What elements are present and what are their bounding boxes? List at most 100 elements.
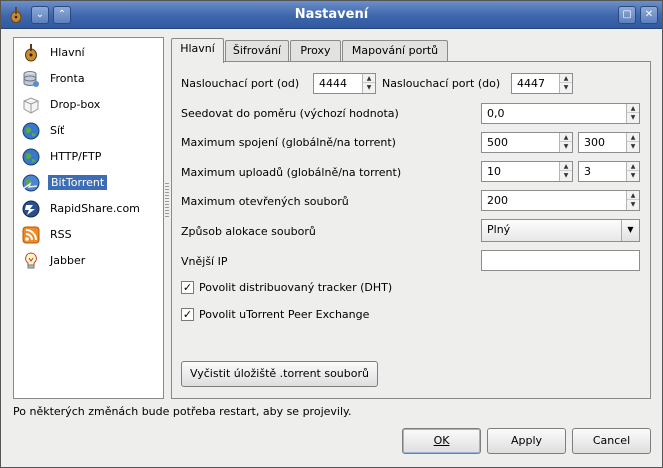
sidebar-item-label: RSS: [50, 228, 72, 241]
dht-checkbox[interactable]: ✓: [181, 281, 194, 294]
tab-hlavni[interactable]: Hlavní: [171, 38, 224, 63]
spin-down-icon[interactable]: ▼: [363, 83, 375, 92]
rss-icon: [22, 226, 40, 244]
external-ip-input[interactable]: [481, 250, 640, 271]
port-to-value: 4447: [517, 77, 545, 90]
sidebar-item-label: Fronta: [50, 72, 85, 85]
port-from-stepper[interactable]: 4444 ▲ ▼: [313, 73, 376, 94]
spin-up-icon[interactable]: ▲: [627, 191, 639, 200]
max-open-files-stepper[interactable]: 200 ▲ ▼: [481, 190, 640, 211]
max-open-files-value: 200: [487, 194, 508, 207]
max-connections-torrent-stepper[interactable]: 300 ▲ ▼: [578, 132, 640, 153]
sidebar-item-http-ftp[interactable]: HTTP/FTP: [18, 146, 158, 168]
window-title: Nastavení: [294, 7, 369, 22]
database-icon: [23, 71, 39, 87]
sidebar-item-bittorrent[interactable]: BitTorrent: [18, 172, 158, 194]
sidebar-item-label: Hlavní: [50, 46, 85, 59]
spin-down-icon[interactable]: ▼: [627, 200, 639, 209]
sidebar-item-label: HTTP/FTP: [50, 150, 102, 163]
cancel-button[interactable]: Cancel: [572, 428, 651, 454]
spin-up-icon[interactable]: ▲: [363, 74, 375, 83]
tab-mapovani-portu[interactable]: Mapování portů: [342, 40, 448, 62]
sidebar-item-rapidshare[interactable]: RapidShare.com: [18, 198, 158, 220]
spin-buttons[interactable]: ▲ ▼: [362, 74, 375, 93]
sidebar-item-sit[interactable]: Síť: [18, 120, 158, 142]
sidebar-item-label: Jabber: [50, 254, 86, 267]
spin-buttons[interactable]: ▲ ▼: [626, 191, 639, 210]
sidebar-item-rss[interactable]: RSS: [18, 224, 158, 246]
max-uploads-torrent-stepper[interactable]: 3 ▲ ▼: [578, 161, 640, 182]
globe-arrows-icon: [22, 174, 40, 192]
max-uploads-global-stepper[interactable]: 10 ▲ ▼: [481, 161, 573, 182]
bittorrent-general-panel: Naslouchací port (od) 4444 ▲ ▼ Naslouchac…: [171, 61, 651, 399]
maximize-icon[interactable]: ▢: [618, 6, 636, 24]
allocation-label: Způsob alokace souborů: [181, 225, 316, 238]
close-icon[interactable]: ✕: [640, 6, 658, 24]
sidebar-item-label: RapidShare.com: [50, 202, 140, 215]
clear-torrent-storage-button[interactable]: Vyčistit úložiště .torrent souborů: [181, 361, 378, 387]
max-connections-torrent-value: 300: [584, 136, 605, 149]
globe-icon: [22, 148, 40, 166]
pex-checkbox[interactable]: ✓: [181, 308, 194, 321]
mandolin-icon: [25, 44, 37, 62]
spin-down-icon[interactable]: ▼: [560, 171, 572, 180]
globe-icon: [22, 122, 40, 140]
sidebar-item-fronta[interactable]: Fronta: [18, 68, 158, 90]
titlebar[interactable]: ⌄ ⌃ Nastavení ▢ ✕: [1, 1, 662, 29]
spin-down-icon[interactable]: ▼: [627, 113, 639, 122]
spin-down-icon[interactable]: ▼: [627, 142, 639, 151]
port-from-label: Naslouchací port (od): [181, 77, 300, 90]
sidebar-item-drop-box[interactable]: Drop-box: [18, 94, 158, 116]
rapidshare-icon: [22, 200, 40, 218]
tab-proxy[interactable]: Proxy: [290, 40, 341, 62]
max-open-files-label: Maximum otevřených souborů: [181, 195, 349, 208]
sidebar-item-label: Drop-box: [50, 98, 101, 111]
pex-label: Povolit uTorrent Peer Exchange: [199, 308, 370, 321]
spin-up-icon[interactable]: ▲: [560, 74, 572, 83]
spin-up-icon[interactable]: ▲: [560, 133, 572, 142]
max-uploads-global-value: 10: [487, 165, 501, 178]
spin-down-icon[interactable]: ▼: [627, 171, 639, 180]
spin-up-icon[interactable]: ▲: [627, 104, 639, 113]
port-to-stepper[interactable]: 4447 ▲ ▼: [511, 73, 573, 94]
spin-buttons[interactable]: ▲ ▼: [626, 162, 639, 181]
seed-ratio-value: 0,0: [487, 107, 505, 120]
spin-buttons[interactable]: ▲ ▼: [626, 104, 639, 123]
spin-down-icon[interactable]: ▼: [560, 142, 572, 151]
port-to-label: Naslouchací port (do): [382, 77, 501, 90]
seed-ratio-label: Seedovat do poměru (výchozí hodnota): [181, 107, 399, 120]
spin-down-icon[interactable]: ▼: [560, 83, 572, 92]
spin-up-icon[interactable]: ▲: [627, 133, 639, 142]
allocation-value: Plný: [487, 223, 511, 236]
settings-category-list[interactable]: Hlavní Fronta Drop-box Síť HTTP/FTP BitT…: [13, 37, 164, 399]
max-connections-label: Maximum spojení (globálně/na torrent): [181, 136, 396, 149]
spin-buttons[interactable]: ▲ ▼: [559, 133, 572, 152]
sidebar-item-label: Síť: [50, 124, 65, 137]
spin-buttons[interactable]: ▲ ▼: [626, 133, 639, 152]
chevron-down-icon[interactable]: ▼: [621, 220, 639, 241]
dht-label: Povolit distribuovaný tracker (DHT): [199, 281, 393, 294]
spin-up-icon[interactable]: ▲: [560, 162, 572, 171]
port-from-value: 4444: [319, 77, 347, 90]
max-uploads-label: Maximum uploadů (globálně/na torrent): [181, 166, 402, 179]
sidebar-item-hlavni[interactable]: Hlavní: [18, 42, 158, 64]
ok-button[interactable]: OK: [402, 428, 481, 454]
external-ip-label: Vnější IP: [181, 255, 228, 268]
sidebar-item-jabber[interactable]: Jabber: [18, 250, 158, 272]
seed-ratio-stepper[interactable]: 0,0 ▲ ▼: [481, 103, 640, 124]
spin-up-icon[interactable]: ▲: [627, 162, 639, 171]
ok-label: OK: [433, 434, 450, 447]
settings-window: ⌄ ⌃ Nastavení ▢ ✕ Hlavní Fronta Drop-box…: [0, 0, 663, 468]
spin-buttons[interactable]: ▲ ▼: [559, 162, 572, 181]
spin-buttons[interactable]: ▲ ▼: [559, 74, 572, 93]
allocation-select[interactable]: Plný ▼: [481, 219, 640, 242]
apply-button[interactable]: Apply: [487, 428, 566, 454]
splitter-handle[interactable]: [165, 183, 169, 217]
max-uploads-torrent-value: 3: [584, 165, 591, 178]
lightbulb-icon: [25, 252, 37, 269]
max-connections-global-stepper[interactable]: 500 ▲ ▼: [481, 132, 573, 153]
box-icon: [23, 97, 39, 114]
tab-sifrovani[interactable]: Šifrování: [225, 40, 289, 62]
sidebar-item-label: BitTorrent: [48, 175, 108, 190]
restart-note: Po některých změnách bude potřeba restar…: [13, 405, 352, 418]
